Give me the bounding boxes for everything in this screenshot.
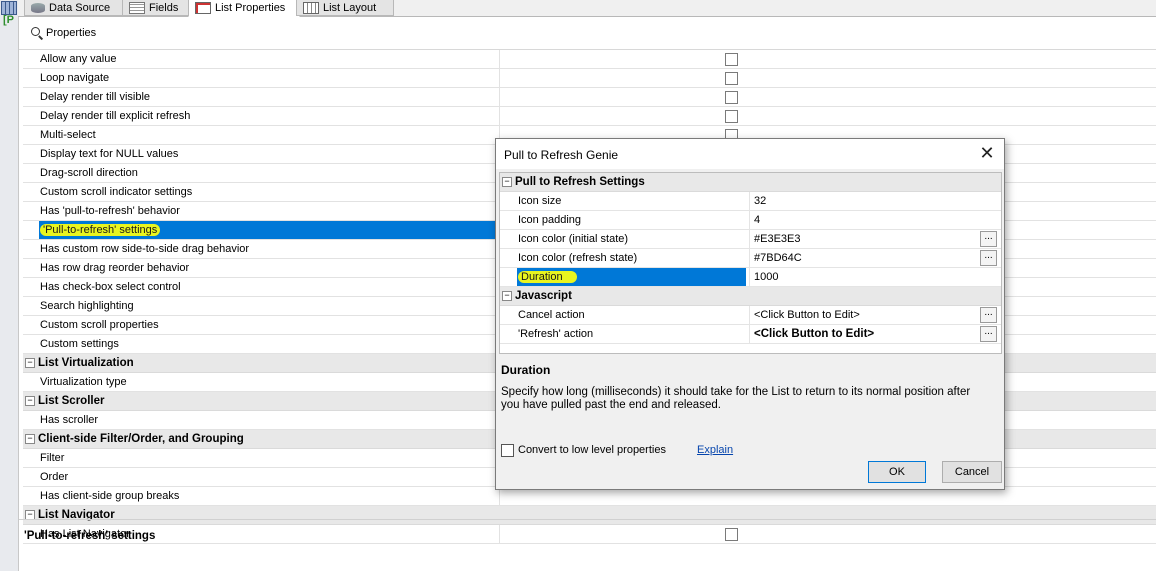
dialog-row-duration[interactable]: Duration 1000 — [500, 268, 1001, 287]
dialog-titlebar: Pull to Refresh Genie ✕ — [496, 139, 1004, 169]
property-row[interactable]: Delay render till explicit refresh — [23, 107, 1156, 126]
tab-label: List Layout — [323, 1, 377, 14]
properties-title: Properties — [46, 27, 97, 39]
value-field[interactable]: <Click Button to Edit> — [749, 306, 1001, 324]
checkbox[interactable] — [725, 91, 738, 104]
tab-bar: Data Source Fields List Properties List … — [18, 0, 1156, 17]
explain-link[interactable]: Explain — [697, 444, 733, 456]
convert-checkbox[interactable] — [501, 444, 514, 457]
tab-fields[interactable]: Fields — [122, 0, 198, 16]
collapse-icon[interactable]: − — [502, 177, 512, 187]
dialog-description-title: Duration — [501, 363, 551, 377]
ellipsis-button[interactable]: ... — [980, 231, 997, 247]
tab-data-source[interactable]: Data Source — [24, 0, 132, 16]
checkbox[interactable] — [725, 110, 738, 123]
cancel-button[interactable]: Cancel — [942, 461, 1002, 483]
collapse-icon[interactable]: − — [25, 434, 35, 444]
layout-icon — [303, 1, 319, 14]
property-row[interactable]: Delay render till visible — [23, 88, 1156, 107]
convert-label: Convert to low level properties — [518, 444, 666, 456]
property-row[interactable]: Has List Navigator — [23, 525, 1156, 544]
dialog-description-text: Specify how long (milliseconds) it shoul… — [501, 386, 971, 411]
left-strip: [P — [0, 0, 19, 571]
database-icon — [31, 2, 45, 13]
tab-label: Data Source — [49, 1, 111, 14]
value-field[interactable]: <Click Button to Edit> — [749, 325, 1001, 343]
pull-to-refresh-dialog: Pull to Refresh Genie ✕ − Pull to Refres… — [495, 138, 1005, 490]
value-field[interactable]: 32 — [749, 192, 1001, 210]
tab-label: Fields — [149, 1, 179, 14]
dialog-property-grid: − Pull to Refresh Settings Icon size 32 … — [499, 172, 1002, 354]
dialog-title: Pull to Refresh Genie — [504, 148, 619, 162]
ok-button[interactable]: OK — [868, 461, 926, 483]
collapse-icon[interactable]: − — [25, 358, 35, 368]
property-row[interactable]: Loop navigate — [23, 69, 1156, 88]
left-strip-text: [P — [3, 14, 14, 26]
tab-list-properties[interactable]: List Properties — [188, 0, 300, 17]
tab-label: List Properties — [215, 2, 286, 14]
divider — [19, 519, 1156, 520]
highlight-mark: Duration — [518, 271, 577, 283]
dialog-row-cancel-action[interactable]: Cancel action <Click Button to Edit> ... — [500, 306, 1001, 325]
properties-header: Properties — [19, 17, 1156, 50]
category-pull-to-refresh-settings[interactable]: − Pull to Refresh Settings — [500, 173, 1001, 192]
tab-list-layout[interactable]: List Layout — [296, 0, 394, 16]
description-title: 'Pull-to-refresh' settings — [24, 530, 156, 542]
search-icon[interactable] — [31, 27, 40, 36]
fields-icon — [129, 1, 145, 14]
property-row[interactable]: Allow any value — [23, 50, 1156, 69]
close-icon[interactable]: ✕ — [978, 144, 996, 162]
value-field[interactable]: 4 — [749, 211, 1001, 229]
ellipsis-button[interactable]: ... — [980, 250, 997, 266]
ellipsis-button[interactable]: ... — [980, 307, 997, 323]
dialog-row-refresh-action[interactable]: 'Refresh' action <Click Button to Edit> … — [500, 325, 1001, 344]
value-field[interactable]: #E3E3E3 — [749, 230, 1001, 248]
checkbox[interactable] — [725, 72, 738, 85]
dialog-row-icon-color-initial[interactable]: Icon color (initial state) #E3E3E3 ... — [500, 230, 1001, 249]
ellipsis-button[interactable]: ... — [980, 326, 997, 342]
properties-icon — [195, 2, 211, 14]
grid-icon[interactable] — [1, 1, 17, 15]
category-javascript[interactable]: − Javascript — [500, 287, 1001, 306]
value-field[interactable]: #7BD64C — [749, 249, 1001, 267]
dialog-row-icon-color-refresh[interactable]: Icon color (refresh state) #7BD64C ... — [500, 249, 1001, 268]
category-list-navigator[interactable]: − List Navigator — [23, 506, 1156, 525]
value-field[interactable]: 1000 — [749, 268, 1001, 286]
dialog-row-icon-size[interactable]: Icon size 32 — [500, 192, 1001, 211]
highlight-mark: 'Pull-to-refresh' settings — [40, 224, 161, 236]
collapse-icon[interactable]: − — [25, 396, 35, 406]
checkbox[interactable] — [725, 53, 738, 66]
dialog-row-icon-padding[interactable]: Icon padding 4 — [500, 211, 1001, 230]
collapse-icon[interactable]: − — [502, 291, 512, 301]
checkbox[interactable] — [725, 528, 738, 541]
